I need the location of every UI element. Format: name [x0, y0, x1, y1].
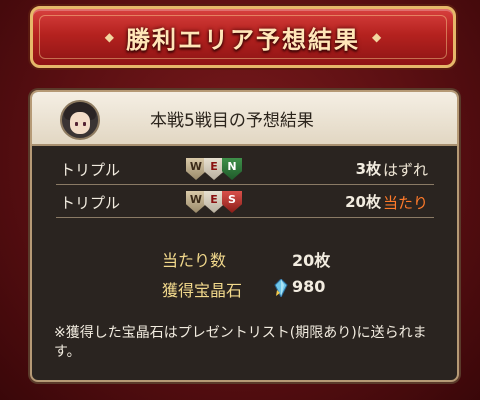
- prediction-row: トリプル W E N 3枚 はずれ: [56, 154, 434, 185]
- banner-title: 勝利エリア予想結果: [126, 24, 360, 54]
- result-summary: 当たり数 20枚 獲得宝晶石 980: [156, 244, 396, 304]
- bet-result: はずれ: [382, 161, 428, 179]
- panel-header: 本戦5戦目の予想結果: [32, 92, 457, 146]
- prediction-rows: トリプル W E N 3枚 はずれ トリプル W E S 20枚 当たり: [56, 154, 434, 218]
- shield-e-icon: E: [204, 158, 224, 180]
- shield-n-icon: N: [222, 158, 242, 180]
- bet-result: 当たり: [382, 194, 428, 212]
- shield-w-icon: W: [186, 158, 206, 180]
- area-shields: W E N: [186, 158, 242, 180]
- shield-e-icon: E: [204, 191, 224, 213]
- shield-w-icon: W: [186, 191, 206, 213]
- crystal-gem-icon: [274, 279, 288, 297]
- area-shields: W E S: [186, 191, 242, 213]
- hits-line: 当たり数 20枚: [156, 244, 396, 274]
- result-panel: 本戦5戦目の予想結果 トリプル W E N 3枚 はずれ トリプル W E S …: [30, 90, 459, 382]
- bet-count: 3枚: [355, 160, 381, 178]
- banner-ornament-right: ◆: [372, 30, 382, 44]
- prediction-row: トリプル W E S 20枚 当たり: [56, 187, 434, 218]
- gems-line: 獲得宝晶石 980: [156, 274, 396, 304]
- hits-label: 当たり数: [162, 251, 227, 270]
- gems-value: 980: [292, 277, 326, 296]
- bet-type: トリプル: [60, 194, 121, 212]
- delivery-note: ※獲得した宝晶石はプレゼントリスト(期限あり)に送られます。: [54, 325, 427, 360]
- banner-ornament-left: ◆: [104, 30, 114, 44]
- bet-count: 20枚: [345, 193, 381, 211]
- character-avatar: [60, 100, 100, 140]
- result-banner: ◆ 勝利エリア予想結果 ◆: [30, 6, 456, 68]
- gems-label: 獲得宝晶石: [162, 281, 243, 300]
- hits-value: 20枚: [292, 251, 331, 270]
- shield-s-icon: S: [222, 191, 242, 213]
- bet-type: トリプル: [60, 161, 121, 179]
- panel-title: 本戦5戦目の予想結果: [150, 111, 314, 131]
